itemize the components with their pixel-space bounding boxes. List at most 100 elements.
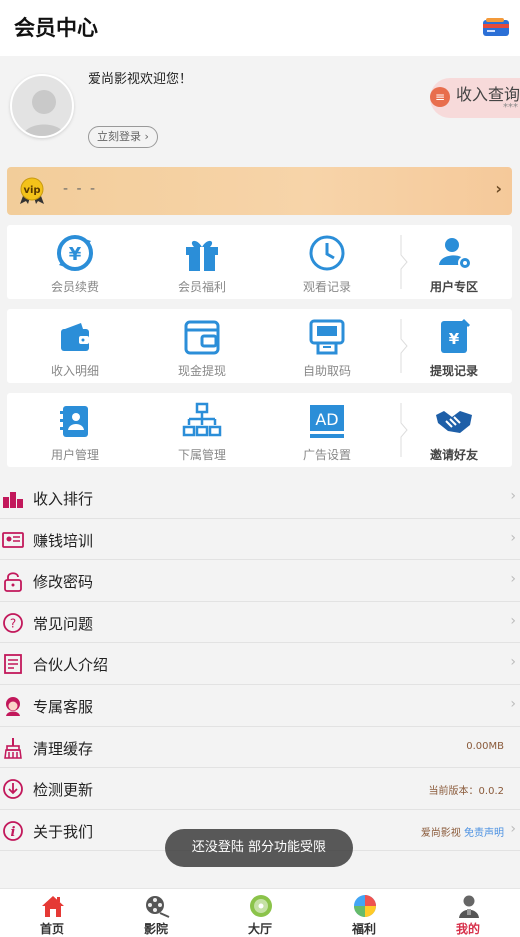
grid-label: 现金提现 — [177, 364, 226, 378]
disclaimer-link[interactable]: 免责声明 — [464, 828, 504, 839]
training-icon — [2, 531, 24, 548]
grid-label: 提现记录 — [429, 364, 478, 378]
menu-label: 清理缓存 — [33, 739, 94, 758]
menu-item-service[interactable]: 专属客服 › — [0, 684, 520, 727]
bottom-tab-bar: 首页 影院 大厅 福利 我的 — [0, 888, 520, 937]
info-icon: i — [3, 820, 23, 841]
contacts-icon — [60, 406, 88, 437]
ranking-icon — [3, 492, 23, 508]
menu-item-check-update[interactable]: 检测更新 当前版本：0.0.2 — [0, 768, 520, 810]
chevron-right-icon: › — [510, 820, 516, 837]
tab-cinema[interactable]: 影院 — [104, 889, 208, 937]
chevron-right-icon: › — [510, 488, 516, 504]
broom-icon — [4, 737, 22, 759]
clock-icon — [309, 235, 345, 271]
tab-welfare[interactable]: 福利 — [312, 889, 416, 937]
grid-card-manage: 用户管理 下属管理 AD 广告设置 邀请好友 — [7, 393, 512, 467]
app-name: 爱尚影视 — [420, 827, 461, 839]
gift-icon — [186, 240, 218, 271]
toast-message: 还没登陆 部分功能受限 — [165, 829, 353, 867]
svg-text:¥: ¥ — [449, 330, 460, 348]
chevron-right-icon: › — [141, 130, 149, 143]
atm-icon — [309, 319, 345, 355]
grid-item-invite[interactable]: 邀请好友 — [394, 393, 514, 467]
chevron-right-icon: › — [510, 695, 516, 712]
home-icon — [42, 896, 64, 917]
grid-item-income-detail[interactable]: 收入明细 — [15, 309, 135, 383]
menu-item-partner[interactable]: 合伙人介绍 › — [0, 643, 520, 685]
profile-icon — [459, 895, 479, 918]
chevron-right-icon: › — [510, 571, 516, 588]
tab-label: 我的 — [455, 922, 480, 936]
grid-item-withdraw-record[interactable]: ¥ 提现记录 — [394, 309, 514, 383]
menu-item-faq[interactable]: ? 常见问题 › — [0, 601, 520, 644]
page-title: 会员中心 — [14, 16, 98, 40]
vip-status: - - - — [63, 181, 98, 197]
user-settings-icon — [439, 238, 472, 270]
grid-item-ad-settings[interactable]: AD 广告设置 — [267, 393, 387, 467]
card-icon[interactable] — [482, 16, 510, 38]
grid-card-income: 收入明细 现金提现 自助取码 ¥ 提现记录 — [7, 309, 512, 383]
login-button[interactable]: 立刻登录 › — [88, 126, 158, 148]
service-icon — [6, 696, 20, 716]
version-text: 当前版本：0.0.2 — [428, 786, 504, 798]
income-stars: *** — [503, 102, 518, 113]
grid-label: 自助取码 — [302, 364, 351, 378]
tab-home[interactable]: 首页 — [0, 889, 104, 937]
grid-item-cash-withdraw[interactable]: 现金提现 — [142, 309, 262, 383]
grid-label: 观看记录 — [302, 280, 351, 294]
grid-item-user-zone[interactable]: 用户专区 — [394, 225, 514, 299]
grid-item-renew[interactable]: ¥ 会员续费 — [15, 225, 135, 299]
profile-section: 爱尚影视欢迎您！ 立刻登录 › ≡ 收入查询 *** — [0, 56, 520, 160]
svg-text:?: ? — [10, 616, 16, 630]
vip-bar[interactable]: vip - - - › — [7, 167, 512, 215]
coin-stack-icon: ≡ — [430, 87, 450, 107]
document-icon — [4, 654, 22, 675]
grid-item-history[interactable]: 观看记录 — [267, 225, 387, 299]
menu-label: 检测更新 — [33, 781, 94, 800]
handshake-icon — [436, 411, 472, 433]
svg-text:vip: vip — [23, 185, 40, 196]
income-query-button[interactable]: ≡ 收入查询 *** — [430, 78, 520, 118]
pie-icon — [354, 895, 376, 917]
tab-mine[interactable]: 我的 — [416, 889, 520, 937]
menu-label: 赚钱培训 — [33, 531, 94, 550]
menu-item-change-password[interactable]: 修改密码 › — [0, 560, 520, 602]
disc-icon — [250, 895, 272, 917]
about-right: 爱尚影视 免责声明 — [421, 824, 504, 839]
tab-label: 福利 — [351, 922, 376, 936]
grid-label: 用户管理 — [50, 448, 99, 462]
menu-label: 合伙人介绍 — [33, 656, 109, 675]
grid-item-self-code[interactable]: 自助取码 — [267, 309, 387, 383]
lock-icon — [4, 572, 22, 593]
film-reel-icon — [146, 896, 170, 918]
login-label: 立刻登录 — [97, 130, 141, 143]
chevron-right-icon: › — [495, 179, 502, 198]
menu-label: 修改密码 — [33, 573, 94, 592]
grid-label: 会员续费 — [50, 280, 99, 294]
avatar[interactable] — [10, 74, 74, 138]
svg-text:¥: ¥ — [69, 244, 82, 265]
grid-label: 用户专区 — [429, 280, 478, 294]
menu-label: 常见问题 — [33, 614, 94, 633]
grid-item-user-manage[interactable]: 用户管理 — [15, 393, 135, 467]
menu-label: 收入排行 — [33, 490, 94, 508]
menu-item-clear-cache[interactable]: 清理缓存 0.00MB — [0, 726, 520, 769]
grid-item-benefits[interactable]: 会员福利 — [142, 225, 262, 299]
svg-text:i: i — [11, 825, 16, 840]
tab-label: 影院 — [143, 922, 168, 936]
chevron-right-icon: › — [510, 654, 516, 671]
cash-wallet-icon — [184, 320, 220, 355]
vip-badge-icon: vip — [20, 177, 44, 204]
svg-text:AD: AD — [315, 410, 338, 429]
menu-item-training[interactable]: 赚钱培训 › — [0, 518, 520, 561]
grid-item-subordinate[interactable]: 下属管理 — [142, 393, 262, 467]
menu-item-income-ranking[interactable]: 收入排行 › — [0, 477, 520, 519]
grid-label: 收入明细 — [50, 364, 99, 378]
grid-label: 邀请好友 — [429, 448, 478, 462]
avatar-placeholder-icon — [22, 90, 66, 136]
cache-size: 0.00MB — [466, 740, 504, 752]
question-icon: ? — [3, 612, 23, 633]
tab-hall[interactable]: 大厅 — [208, 889, 312, 937]
tab-label: 首页 — [39, 922, 64, 936]
